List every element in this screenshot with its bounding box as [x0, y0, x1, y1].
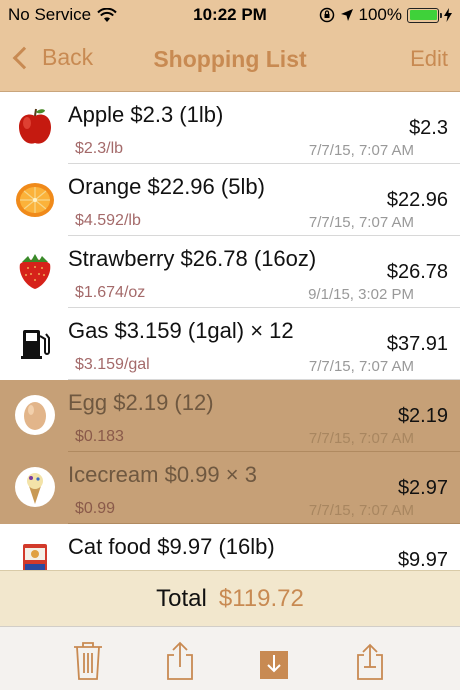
list-item[interactable]: Cat food $9.97 (16lb) $9.97: [0, 524, 460, 570]
item-title: Gas $3.159 (1gal) × 12: [68, 318, 294, 343]
item-total: $2.19: [397, 405, 448, 427]
strawberry-icon: [19, 254, 51, 289]
item-title: Apple $2.3 (1lb): [68, 102, 224, 127]
item-unit-price: $0.99: [75, 500, 116, 517]
item-total: $2.97: [397, 477, 448, 499]
battery-fill: [409, 10, 437, 20]
cat-food-icon: [23, 544, 47, 570]
list-item[interactable]: Apple $2.3 (1lb) $2.3/lb 7/7/15, 7:07 AM…: [0, 92, 460, 164]
item-date: 9/1/15, 3:02 PM: [308, 286, 414, 303]
list-item[interactable]: Strawberry $26.78 (16oz) $1.674/oz 9/1/1…: [0, 236, 460, 308]
item-total: $2.3: [409, 117, 448, 139]
item-title: Orange $22.96 (5lb): [68, 174, 265, 199]
trash-icon[interactable]: [68, 639, 108, 681]
item-total: $22.96: [386, 189, 448, 211]
item-title: Cat food $9.97 (16lb): [68, 534, 275, 559]
battery-percent: 100%: [358, 5, 402, 24]
navigation-bar: Back Shopping List Edit: [0, 30, 460, 92]
egg-icon: [15, 395, 55, 435]
item-date: 7/7/15, 7:07 AM: [308, 502, 414, 519]
item-unit-price: $1.674/oz: [75, 284, 146, 301]
item-unit-price: $0.183: [75, 428, 124, 445]
export-icon[interactable]: [350, 639, 390, 681]
bottom-toolbar: [0, 626, 460, 690]
list-item[interactable]: Egg $2.19 (12) $0.183 7/7/15, 7:07 AM $2…: [0, 380, 460, 452]
edit-button[interactable]: Edit: [410, 46, 448, 72]
item-total: $26.78: [386, 261, 448, 283]
apple-icon: [19, 108, 51, 144]
item-total: $9.97: [397, 549, 448, 570]
charging-icon: [444, 8, 452, 22]
download-icon[interactable]: [254, 639, 294, 681]
total-value: $119.72: [218, 584, 304, 612]
icecream-icon: [15, 467, 55, 507]
item-unit-price: $3.159/gal: [75, 356, 150, 373]
status-right: 100%: [319, 5, 452, 25]
item-date: 7/7/15, 7:07 AM: [308, 214, 414, 231]
item-unit-price: $4.592/lb: [75, 212, 141, 229]
item-title: Egg $2.19 (12): [68, 390, 214, 415]
location-icon: [340, 9, 353, 21]
orange-icon: [16, 183, 54, 217]
shopping-list[interactable]: Apple $2.3 (1lb) $2.3/lb 7/7/15, 7:07 AM…: [0, 92, 460, 570]
page-title: Shopping List: [153, 46, 307, 72]
item-unit-price: $2.3/lb: [75, 140, 124, 157]
item-title: Icecream $0.99 × 3: [68, 462, 257, 487]
total-bar: Total $119.72: [0, 570, 460, 626]
item-title: Strawberry $26.78 (16oz): [68, 246, 317, 271]
list-item[interactable]: Orange $22.96 (5lb) $4.592/lb 7/7/15, 7:…: [0, 164, 460, 236]
item-total: $37.91: [386, 333, 448, 355]
status-bar: No Service 10:22 PM 100%: [0, 0, 460, 30]
rotation-lock-icon: [319, 7, 334, 23]
list-item[interactable]: Gas $3.159 (1gal) × 12 $3.159/gal 7/7/15…: [0, 308, 460, 380]
item-date: 7/7/15, 7:07 AM: [308, 142, 414, 159]
gas-pump-icon: [21, 330, 50, 359]
list-item[interactable]: Icecream $0.99 × 3 $0.99 7/7/15, 7:07 AM…: [0, 452, 460, 524]
share-icon[interactable]: [160, 639, 200, 681]
battery-icon: [407, 7, 442, 23]
item-date: 7/7/15, 7:07 AM: [308, 430, 414, 447]
total-label: Total: [156, 584, 207, 612]
item-date: 7/7/15, 7:07 AM: [308, 358, 414, 375]
